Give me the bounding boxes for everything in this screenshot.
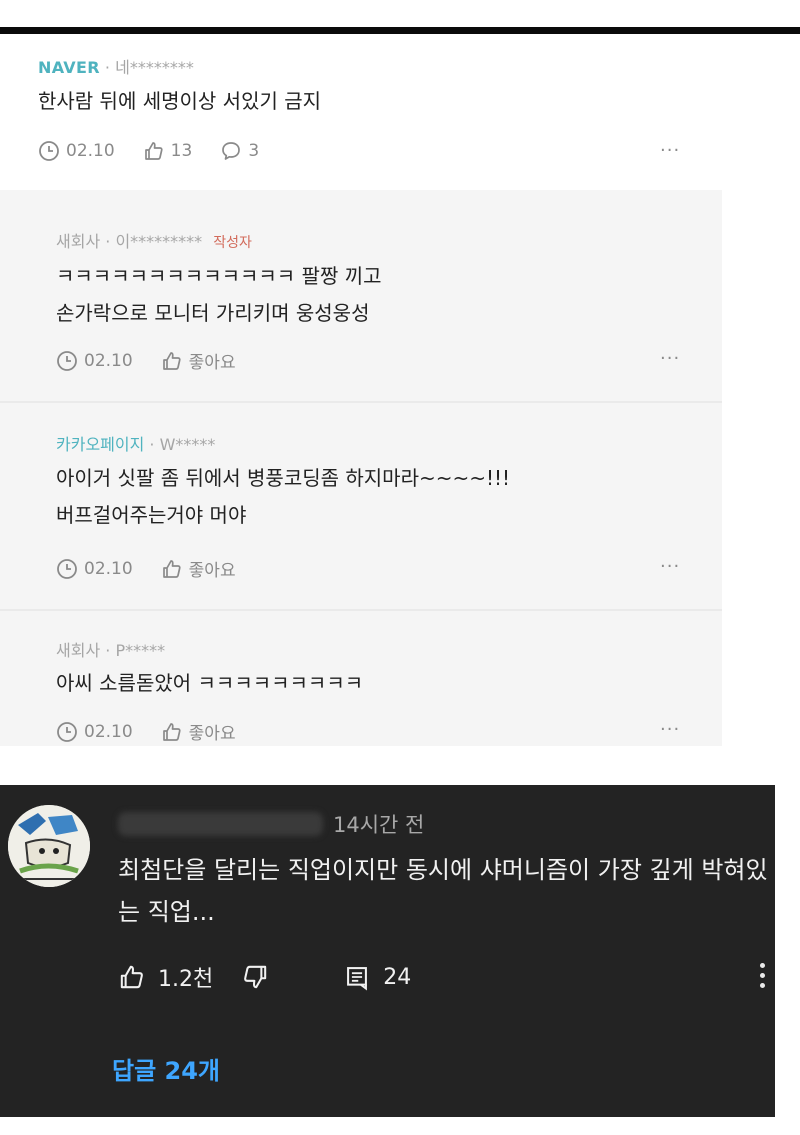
clock-icon: [57, 721, 77, 742]
reply-date: 02.10: [56, 721, 133, 743]
bottom-margin: [0, 1117, 800, 1135]
clock-icon: [57, 558, 77, 579]
reply-date: 02.10: [56, 350, 133, 372]
like-count: 1.2천: [158, 967, 214, 992]
view-replies-link[interactable]: 답글 24개: [112, 1051, 220, 1086]
kebab-menu-icon[interactable]: [760, 963, 766, 993]
blurred-username[interactable]: [118, 812, 323, 836]
replies-button[interactable]: 3: [220, 140, 259, 162]
comment-time: 14시간 전: [333, 813, 425, 837]
reply-line-1: 아이거 싯팔 좀 뒤에서 병풍코딩좀 하지마라~~~~!!!: [56, 466, 511, 490]
thumbs-up-icon: [120, 965, 143, 989]
reply-actions: 02.10 좋아요: [56, 556, 264, 581]
clock-icon: [39, 141, 59, 161]
reply-more-button[interactable]: ···: [660, 556, 680, 577]
top-border: [0, 27, 800, 34]
reply-user[interactable]: P*****: [115, 641, 165, 660]
reply-item: 카카오페이지 · W***** 아이거 싯팔 좀 뒤에서 병풍코딩좀 하지마라~…: [0, 403, 722, 611]
reply-source[interactable]: 새회사: [56, 232, 100, 251]
reply-like-button[interactable]: 좋아요: [161, 556, 236, 581]
thumbs-up-icon: [162, 559, 181, 578]
yt-dislike-button[interactable]: [241, 963, 281, 991]
yt-like-button[interactable]: 1.2천: [118, 961, 213, 993]
reply-meta: 새회사 · P*****: [56, 641, 166, 660]
comment-more-button[interactable]: ···: [660, 140, 680, 161]
reply-source[interactable]: 새회사: [56, 641, 100, 660]
main-comment: NAVER · 네******** 한사람 뒤에 세명이상 서있기 금지 02.…: [0, 34, 720, 184]
reply-actions: 02.10 좋아요: [56, 719, 264, 744]
reply-more-button[interactable]: ···: [660, 719, 680, 740]
reply-meta: 카카오페이지 · W*****: [56, 435, 216, 454]
reply-line-1: 아씨 소름돋았어 ㅋㅋㅋㅋㅋㅋㅋㅋㅋ: [56, 671, 364, 695]
naver-comments-screenshot: NAVER · 네******** 한사람 뒤에 세명이상 서있기 금지 02.…: [0, 34, 800, 746]
youtube-comment-actions: 1.2천 24: [118, 961, 411, 993]
youtube-comment-text: 최첨단을 달리는 직업이지만 동시에 샤머니즘이 가장 깊게 박혀있는 직업..…: [118, 856, 768, 926]
reply-count: 24: [383, 964, 412, 990]
author-badge: 작성자: [213, 235, 252, 251]
reply-user[interactable]: W*****: [160, 435, 216, 454]
reply-item: 새회사 · P***** 아씨 소름돋았어 ㅋㅋㅋㅋㅋㅋㅋㅋㅋ 02.10 좋아…: [0, 611, 722, 746]
reply-line-2: 손가락으로 모니터 가리키며 웅성웅성: [56, 301, 370, 325]
like-button[interactable]: 13: [143, 140, 192, 162]
reply-comment-icon: [347, 967, 368, 991]
thumbs-up-icon: [144, 142, 163, 160]
comment-text: 한사람 뒤에 세명이상 서있기 금지: [38, 89, 322, 113]
comment-meta: NAVER · 네********: [38, 58, 194, 77]
reply-line-1: ㅋㅋㅋㅋㅋㅋㅋㅋㅋㅋㅋㅋㅋ 팔짱 끼고: [56, 264, 382, 288]
thumbs-down-icon: [244, 965, 267, 989]
reply-date: 02.10: [56, 558, 133, 580]
reply-list: 새회사 · 이********* 작성자 ㅋㅋㅋㅋㅋㅋㅋㅋㅋㅋㅋㅋㅋ 팔짱 끼고…: [0, 190, 722, 746]
reply-actions: 02.10 좋아요: [56, 348, 264, 373]
comment-actions: 02.10 13 3: [38, 140, 287, 162]
reply-like-button[interactable]: 좋아요: [161, 719, 236, 744]
comment-user[interactable]: 네********: [115, 58, 194, 77]
speech-bubble-icon: [222, 142, 241, 160]
reply-meta: 새회사 · 이********* 작성자: [56, 232, 252, 251]
thumbs-up-icon: [162, 351, 181, 370]
yt-reply-button[interactable]: 24: [343, 963, 411, 991]
avatar-drawing: [8, 805, 90, 887]
clock-icon: [57, 350, 77, 371]
reply-item: 새회사 · 이********* 작성자 ㅋㅋㅋㅋㅋㅋㅋㅋㅋㅋㅋㅋㅋ 팔짱 끼고…: [0, 190, 722, 403]
reply-source[interactable]: 카카오페이지: [56, 435, 144, 454]
reply-more-button[interactable]: ···: [660, 348, 680, 369]
youtube-comment-meta: 14시간 전: [118, 809, 424, 839]
avatar[interactable]: [8, 805, 90, 887]
comment-source[interactable]: NAVER: [38, 58, 100, 77]
comment-date: 02.10: [38, 140, 115, 162]
reply-user[interactable]: 이*********: [115, 232, 202, 251]
reply-line-2: 버프걸어주는거야 머야: [56, 503, 247, 527]
youtube-comment: 14시간 전 최첨단을 달리는 직업이지만 동시에 샤머니즘이 가장 깊게 박혀…: [0, 785, 775, 1117]
thumbs-up-icon: [162, 722, 181, 741]
reply-like-button[interactable]: 좋아요: [161, 348, 236, 373]
